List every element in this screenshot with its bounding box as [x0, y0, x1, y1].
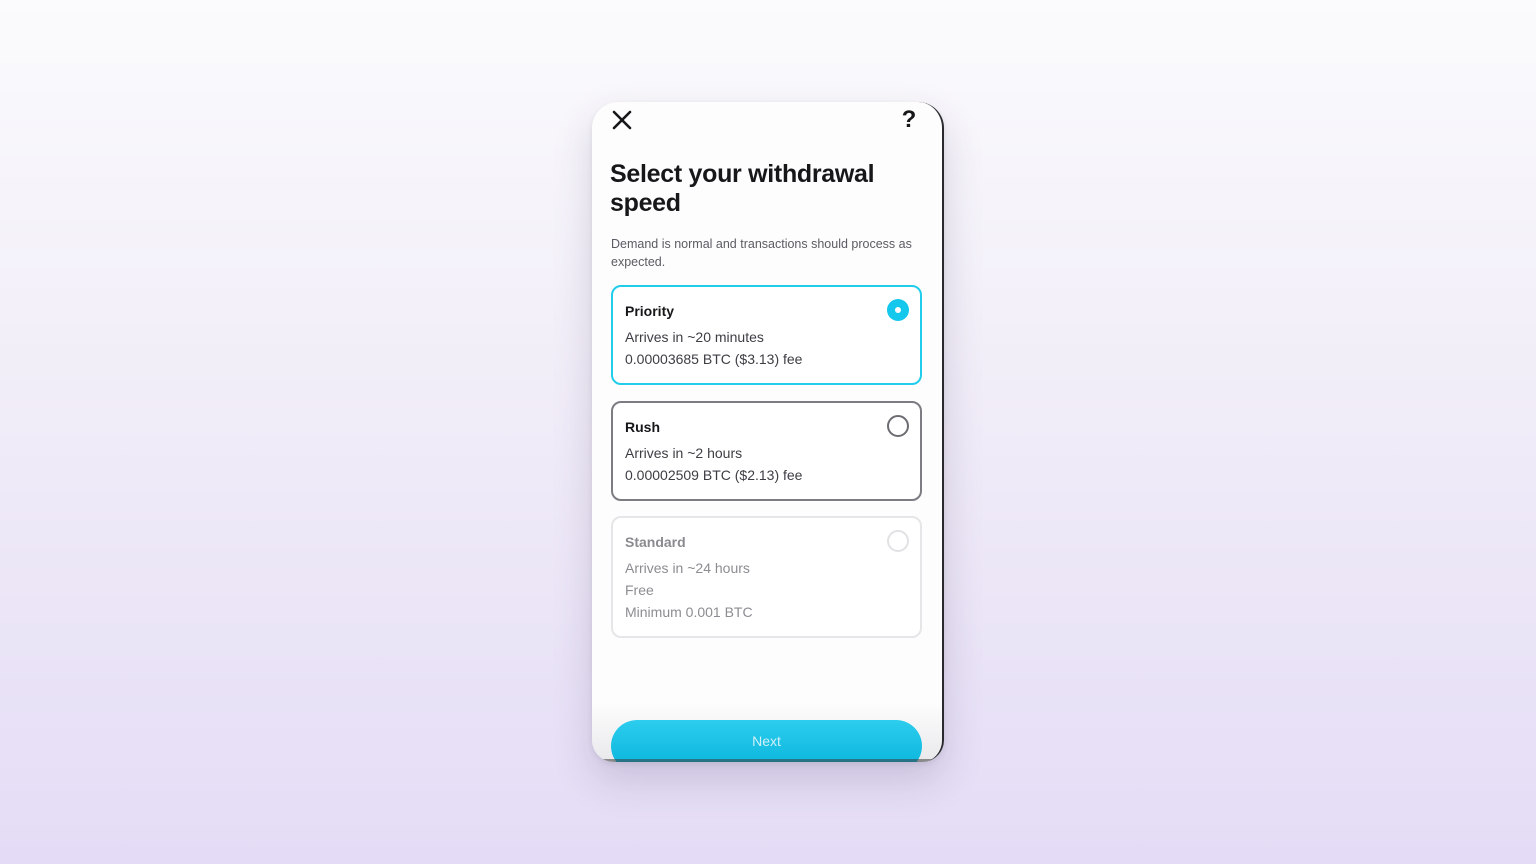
option-rush[interactable]: Rush Arrives in ~2 hours 0.00002509 BTC …: [611, 401, 922, 501]
top-bar: ?: [592, 102, 942, 142]
option-priority[interactable]: Priority Arrives in ~20 minutes 0.000036…: [611, 285, 922, 385]
page-title: Select your withdrawal speed: [610, 160, 875, 217]
option-rush-name: Rush: [625, 419, 660, 435]
option-standard: Standard Arrives in ~24 hours Free Minim…: [611, 516, 922, 638]
option-standard-name: Standard: [625, 534, 686, 550]
option-rush-fee: 0.00002509 BTC ($2.13) fee: [625, 467, 803, 483]
sheet-bottom-edge: [602, 759, 934, 762]
close-icon[interactable]: [610, 108, 634, 132]
option-standard-eta: Arrives in ~24 hours: [625, 560, 750, 576]
option-priority-eta: Arrives in ~20 minutes: [625, 329, 764, 345]
radio-unselected-icon[interactable]: [887, 415, 909, 437]
help-icon[interactable]: ?: [898, 106, 920, 134]
radio-selected-icon[interactable]: [887, 299, 909, 321]
next-button[interactable]: Next: [611, 720, 922, 762]
option-rush-eta: Arrives in ~2 hours: [625, 445, 743, 461]
demand-status-text: Demand is normal and transactions should…: [611, 237, 912, 269]
option-standard-fee: Free: [625, 582, 654, 598]
option-priority-fee: 0.00003685 BTC ($3.13) fee: [625, 351, 803, 367]
option-priority-name: Priority: [625, 303, 675, 319]
withdrawal-speed-sheet: ? Select your withdrawal speed Demand is…: [592, 102, 944, 762]
radio-disabled-icon: [887, 530, 909, 552]
option-standard-minimum: Minimum 0.001 BTC: [625, 604, 753, 620]
